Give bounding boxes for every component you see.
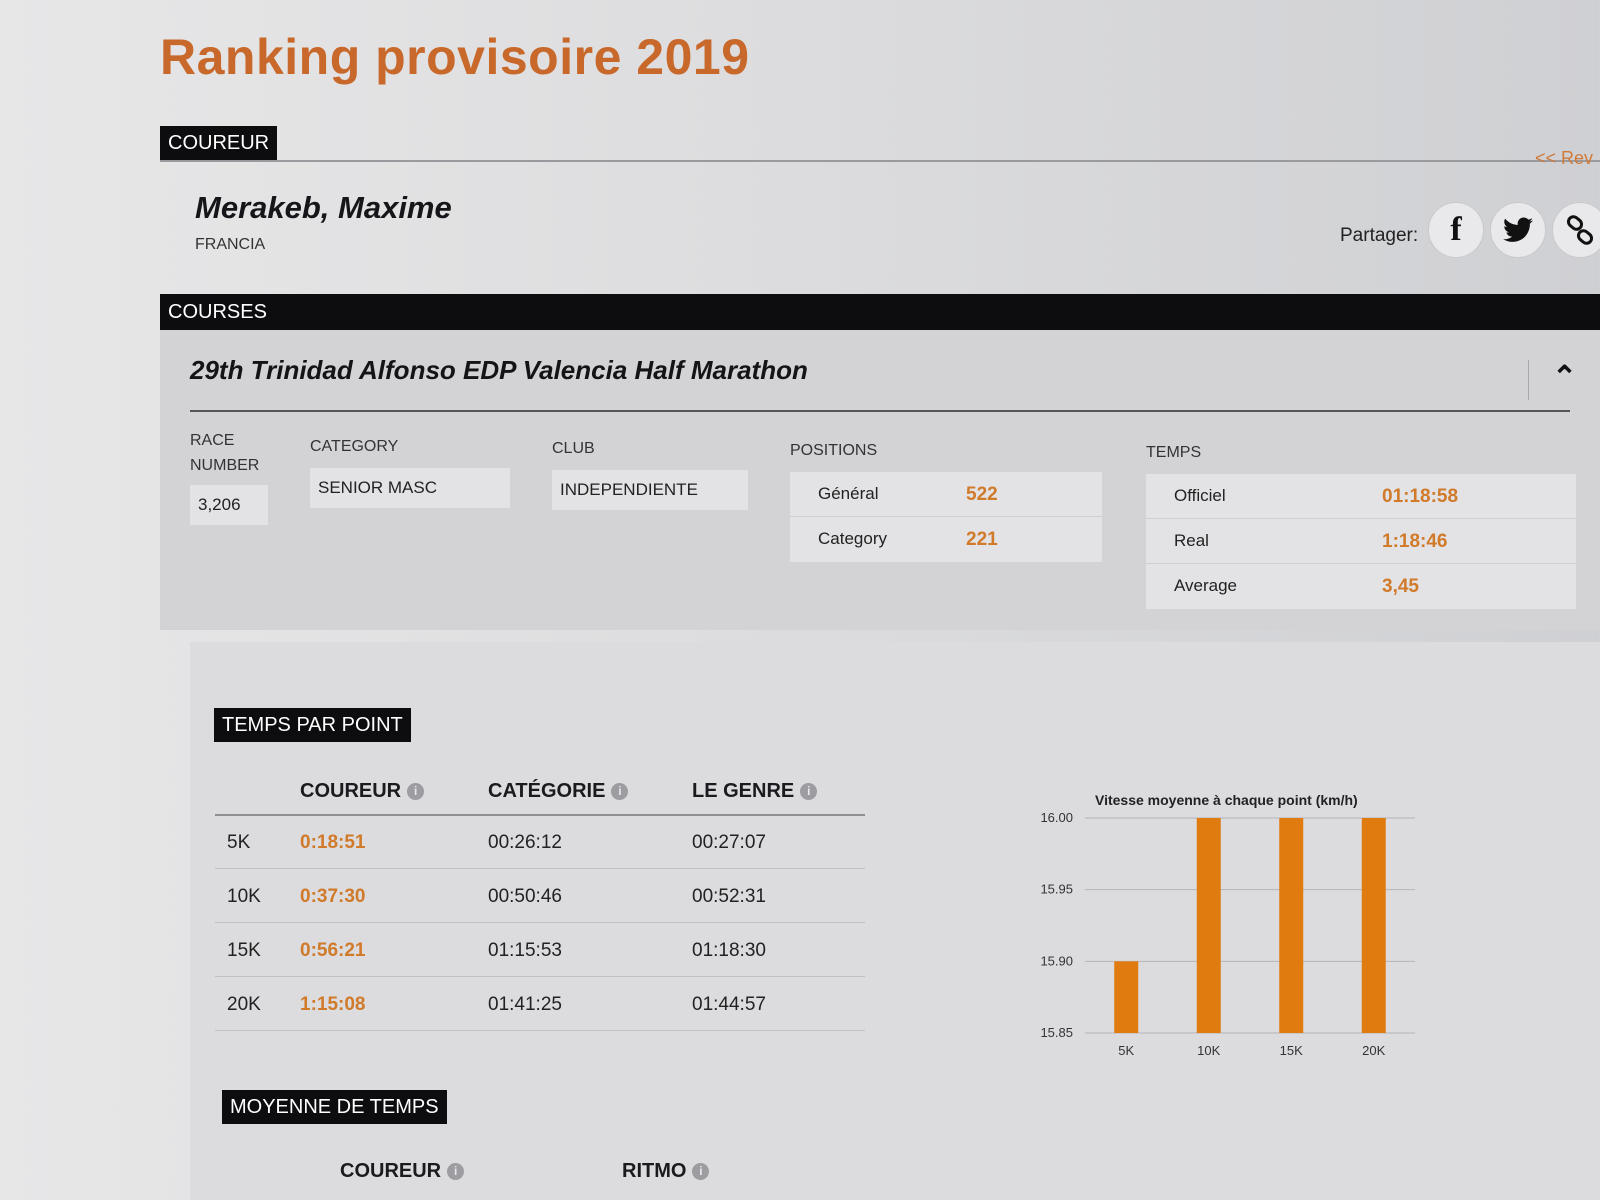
race-number-value: 3,206 — [190, 485, 268, 525]
share-label: Partager: — [1340, 225, 1419, 246]
link-icon — [1566, 215, 1594, 245]
position-value: 522 — [966, 484, 998, 505]
y-tick-label: 15.95 — [1040, 882, 1073, 897]
race-number-label-line1: RACE — [190, 432, 235, 449]
temps-value: 01:18:58 — [1382, 486, 1459, 507]
position-row: Category 221 — [790, 517, 1102, 562]
splits-section-label: TEMPS PAR POINT — [214, 708, 411, 742]
x-tick-label: 5K — [1118, 1043, 1134, 1058]
runner-country: FRANCIA — [195, 236, 266, 253]
temps-label-cell: Real — [1174, 531, 1209, 550]
position-label: Général — [818, 484, 879, 503]
link-share-button[interactable] — [1552, 202, 1600, 258]
split-genre: 01:18:30 — [692, 940, 766, 961]
split-coureur: 0:56:21 — [300, 940, 366, 961]
race-number-label: RACE NUMBER — [190, 428, 259, 478]
bar — [1114, 961, 1139, 1033]
position-label: Category — [818, 529, 887, 548]
club-label: CLUB — [552, 440, 595, 457]
split-categorie: 01:15:53 — [488, 940, 562, 961]
facebook-icon: f — [1450, 211, 1462, 248]
bar — [1279, 818, 1304, 1033]
y-tick-label: 15.85 — [1040, 1025, 1073, 1040]
ranking-page: Ranking provisoire 2019 COUREUR << Rev M… — [160, 0, 1600, 1200]
back-link[interactable]: << Rev — [1535, 148, 1593, 169]
info-icon[interactable]: i — [692, 1163, 710, 1181]
split-point: 15K — [227, 940, 261, 961]
chevron-up-icon[interactable]: ⌃ — [1552, 360, 1577, 395]
split-coureur: 0:18:51 — [300, 832, 366, 853]
category-label: CATEGORY — [310, 438, 399, 455]
position-value: 221 — [966, 529, 998, 550]
page-title: Ranking provisoire 2019 — [160, 29, 750, 85]
position-row: Général 522 — [790, 472, 1102, 517]
temps-table: Officiel 01:18:58 Real 1:18:46 Average 3… — [1146, 474, 1576, 609]
table-row: 5K 0:18:51 00:26:12 00:27:07 — [215, 816, 865, 869]
average-section-label: MOYENNE DE TEMPS — [222, 1090, 447, 1124]
table-row: 15K 0:56:21 01:15:53 01:18:30 — [215, 924, 865, 977]
race-number-label-line2: NUMBER — [190, 457, 260, 474]
divider — [190, 410, 1570, 412]
speed-chart: 16.00 15.95 15.90 15.85 5K 10K 15K 20K — [1040, 810, 1415, 1058]
info-icon[interactable]: i — [611, 783, 629, 801]
y-tick-label: 16.00 — [1040, 810, 1073, 825]
split-coureur: 0:37:30 — [300, 886, 366, 907]
column-header-coureur-avg: COUREUR i — [340, 1160, 465, 1183]
table-row: 20K 1:15:08 01:41:25 01:44:57 — [215, 978, 865, 1031]
split-point: 20K — [227, 994, 261, 1015]
y-tick-label: 15.90 — [1040, 953, 1073, 968]
runner-name: Merakeb, Maxime — [195, 190, 452, 225]
temps-label: TEMPS — [1146, 444, 1202, 461]
split-genre: 00:52:31 — [692, 886, 766, 907]
race-title: 29th Trinidad Alfonso EDP Valencia Half … — [190, 355, 808, 385]
split-genre: 00:27:07 — [692, 832, 766, 853]
split-categorie: 00:50:46 — [488, 886, 562, 907]
temps-label-cell: Average — [1174, 576, 1238, 595]
positions-table: Général 522 Category 221 — [790, 472, 1102, 562]
temps-row: Average 3,45 — [1146, 564, 1576, 609]
split-categorie: 00:26:12 — [488, 832, 562, 853]
temps-label-cell: Officiel — [1174, 486, 1226, 505]
column-header-label: COUREUR — [300, 780, 402, 802]
twitter-share-button[interactable] — [1490, 202, 1546, 258]
courses-section-label: COURSES — [168, 301, 267, 323]
category-value: SENIOR MASC — [310, 468, 510, 508]
split-point: 5K — [227, 832, 251, 853]
x-tick-label: 15K — [1280, 1043, 1303, 1058]
split-coureur: 1:15:08 — [300, 994, 366, 1015]
info-icon[interactable]: i — [800, 783, 818, 801]
column-header-ritmo: RITMO i — [622, 1160, 710, 1183]
positions-label: POSITIONS — [790, 442, 878, 459]
column-header-categorie: CATÉGORIE i — [488, 780, 629, 803]
split-point: 10K — [227, 886, 261, 907]
twitter-icon — [1503, 217, 1533, 242]
column-header-genre: LE GENRE i — [692, 780, 818, 803]
temps-row: Real 1:18:46 — [1146, 519, 1576, 564]
facebook-share-button[interactable]: f — [1428, 202, 1484, 258]
club-value: INDEPENDIENTE — [552, 470, 748, 510]
runner-section-label: COUREUR — [160, 126, 278, 160]
bar — [1196, 818, 1221, 1033]
x-tick-label: 20K — [1362, 1043, 1385, 1058]
info-icon[interactable]: i — [447, 1163, 465, 1181]
temps-value: 1:18:46 — [1382, 531, 1448, 552]
courses-section-bar: COURSES — [160, 294, 1600, 330]
temps-row: Officiel 01:18:58 — [1146, 474, 1576, 519]
bar — [1361, 818, 1386, 1033]
split-genre: 01:44:57 — [692, 994, 766, 1015]
split-categorie: 01:41:25 — [488, 994, 562, 1015]
divider — [1528, 360, 1529, 400]
column-header-coureur: COUREUR i — [300, 780, 425, 803]
temps-value: 3,45 — [1382, 576, 1419, 597]
column-header-label: RITMO — [622, 1160, 687, 1182]
column-header-label: CATÉGORIE — [488, 780, 606, 802]
column-header-label: COUREUR — [340, 1160, 442, 1182]
table-row: 10K 0:37:30 00:50:46 00:52:31 — [215, 870, 865, 923]
info-icon[interactable]: i — [407, 783, 425, 801]
divider — [160, 160, 1600, 162]
chart-title: Vitesse moyenne à chaque point (km/h) — [1095, 792, 1358, 808]
column-header-label: LE GENRE — [692, 780, 795, 802]
x-tick-label: 10K — [1197, 1043, 1220, 1058]
